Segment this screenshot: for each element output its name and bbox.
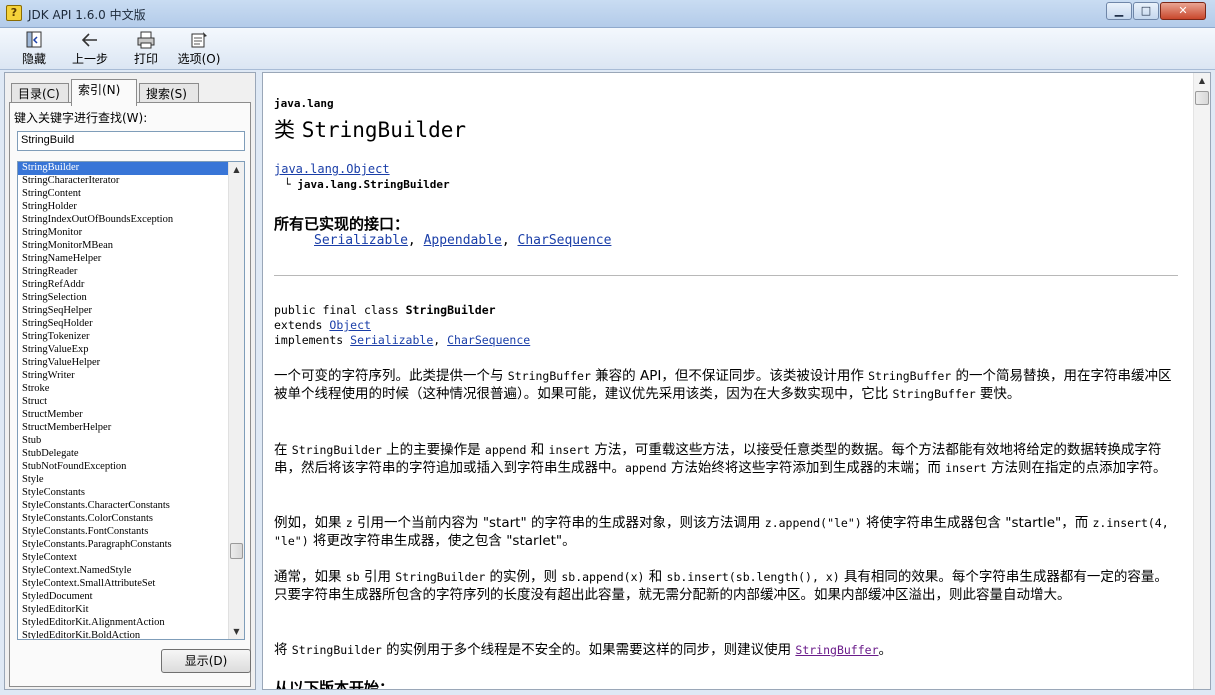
class-title-prefix: 类 xyxy=(274,118,302,142)
print-button[interactable]: 打印 xyxy=(130,31,162,68)
class-title: 类 StringBuilder xyxy=(274,114,466,144)
doc-scroll-up-arrow-icon[interactable]: ▲ xyxy=(1194,73,1210,88)
index-list-item[interactable]: StringReader xyxy=(18,266,228,279)
printer-icon xyxy=(137,31,155,49)
index-list-item[interactable]: StyleConstants.CharacterConstants xyxy=(18,500,228,513)
back-button[interactable]: 上一步 xyxy=(68,31,112,68)
index-list-items: StringBuilder StringCharacterIterator Stri… xyxy=(18,162,228,639)
index-list-item[interactable]: StringSelection xyxy=(18,292,228,305)
index-list-item[interactable]: StringCharacterIterator xyxy=(18,175,228,188)
index-list-item[interactable]: StyleConstants.FontConstants xyxy=(18,526,228,539)
interface-link-charsequence[interactable]: CharSequence xyxy=(518,233,612,248)
description-paragraph-3: 例如，如果 z 引用一个当前内容为 "start" 的字符串的生成器对象，则该方… xyxy=(274,515,1169,549)
index-list-scrollbar[interactable]: ▲ ▼ xyxy=(228,162,244,639)
index-list-item[interactable]: StringNameHelper xyxy=(18,253,228,266)
interfaces-heading: 所有已实现的接口： xyxy=(274,215,410,233)
navigation-pane: 目录(C) 索引(N) 搜索(S) 键入关键字进行查找(W): StringBu… xyxy=(4,72,256,690)
toolbar: 隐藏 上一步 打印 选项(O) xyxy=(0,28,1215,70)
hide-pane-icon xyxy=(26,31,42,48)
index-list-item[interactable]: StringSeqHolder xyxy=(18,318,228,331)
description-paragraph-4: 通常，如果 sb 引用 StringBuilder 的实例，则 sb.appen… xyxy=(274,569,1168,603)
index-list-item[interactable]: StyleConstants xyxy=(18,487,228,500)
maximize-button[interactable]: □ xyxy=(1133,2,1159,20)
scroll-up-arrow-icon[interactable]: ▲ xyxy=(229,162,244,177)
index-list-item[interactable]: StringMonitor xyxy=(18,227,228,240)
window-title: JDK API 1.6.0 中文版 xyxy=(28,8,146,22)
minimize-button[interactable]: ▁ xyxy=(1106,2,1132,20)
index-list-item[interactable]: StyledEditorKit.BoldAction xyxy=(18,630,228,639)
index-list-item[interactable]: StringMonitorMBean xyxy=(18,240,228,253)
interface-link-appendable[interactable]: Appendable xyxy=(424,233,502,248)
doc-scroll-thumb[interactable] xyxy=(1195,91,1209,105)
package-name: java.lang xyxy=(274,97,334,110)
document-pane: java.lang 类 StringBuilder java.lang.Obje… xyxy=(262,72,1211,690)
hierarchy-child: └ java.lang.StringBuilder xyxy=(284,178,450,191)
index-list-item[interactable]: StringBuilder xyxy=(18,162,228,175)
hide-button[interactable]: 隐藏 xyxy=(16,31,52,68)
object-link[interactable]: java.lang.Object xyxy=(274,162,390,176)
index-list-item[interactable]: StringSeqHelper xyxy=(18,305,228,318)
index-list-item[interactable]: StructMember xyxy=(18,409,228,422)
interface-link-serializable[interactable]: Serializable xyxy=(314,233,408,248)
index-list-item[interactable]: StringContent xyxy=(18,188,228,201)
index-list-item[interactable]: StringHolder xyxy=(18,201,228,214)
divider xyxy=(274,275,1178,276)
description-paragraph-1: 一个可变的字符序列。此类提供一个与 StringBuffer 兼容的 API，但… xyxy=(274,368,1172,402)
description-paragraph-5: 将 StringBuilder 的实例用于多个线程是不安全的。如果需要这样的同步… xyxy=(274,642,892,658)
index-list-item[interactable]: StyleContext xyxy=(18,552,228,565)
keyword-input[interactable]: StringBuild xyxy=(17,131,245,151)
index-list-item[interactable]: Stroke xyxy=(18,383,228,396)
index-list-item[interactable]: Struct xyxy=(18,396,228,409)
index-list-item[interactable]: StyledEditorKit xyxy=(18,604,228,617)
options-icon xyxy=(191,32,207,48)
keyword-label: 键入关键字进行查找(W): xyxy=(14,111,148,125)
hierarchy-parent: java.lang.Object xyxy=(274,162,390,176)
index-list-item[interactable]: Style xyxy=(18,474,228,487)
title-bar: ? JDK API 1.6.0 中文版 ▁ □ ✕ xyxy=(0,0,1215,28)
index-list-item[interactable]: StubDelegate xyxy=(18,448,228,461)
index-list-item[interactable]: StyleContext.SmallAttributeSet xyxy=(18,578,228,591)
help-app-icon: ? xyxy=(6,5,22,21)
index-list-item[interactable]: StyleConstants.ColorConstants xyxy=(18,513,228,526)
since-heading: 从以下版本开始： xyxy=(274,679,395,690)
index-list-item[interactable]: Stub xyxy=(18,435,228,448)
index-list-item[interactable]: StringWriter xyxy=(18,370,228,383)
extends-object-link[interactable]: Object xyxy=(329,318,371,332)
index-list: StringBuilder StringCharacterIterator Stri… xyxy=(17,161,245,640)
index-list-item[interactable]: StyledDocument xyxy=(18,591,228,604)
class-title-name: StringBuilder xyxy=(301,118,467,142)
index-list-item[interactable]: StringTokenizer xyxy=(18,331,228,344)
stringbuffer-link[interactable]: StringBuffer xyxy=(795,643,878,657)
implements-charsequence-link[interactable]: CharSequence xyxy=(447,333,530,347)
index-list-item[interactable]: StyleConstants.ParagraphConstants xyxy=(18,539,228,552)
index-list-item[interactable]: StringValueExp xyxy=(18,344,228,357)
options-button[interactable]: 选项(O) xyxy=(176,31,222,68)
document-scrollbar[interactable]: ▲ xyxy=(1193,73,1210,689)
back-arrow-icon xyxy=(81,33,97,47)
scroll-thumb[interactable] xyxy=(230,543,243,559)
index-list-item[interactable]: StyleContext.NamedStyle xyxy=(18,565,228,578)
close-button[interactable]: ✕ xyxy=(1160,2,1206,20)
index-list-item[interactable]: StringIndexOutOfBoundsException xyxy=(18,214,228,227)
scroll-down-arrow-icon[interactable]: ▼ xyxy=(229,624,244,639)
class-declaration: public final class StringBuilder extends… xyxy=(274,303,531,347)
implements-serializable-link[interactable]: Serializable xyxy=(350,333,433,347)
index-list-item[interactable]: StringValueHelper xyxy=(18,357,228,370)
index-list-item[interactable]: StyledEditorKit.AlignmentAction xyxy=(18,617,228,630)
index-list-item[interactable]: StringRefAddr xyxy=(18,279,228,292)
index-list-item[interactable]: StubNotFoundException xyxy=(18,461,228,474)
description-paragraph-2: 在 StringBuilder 上的主要操作是 append 和 insert … xyxy=(274,442,1167,476)
index-list-item[interactable]: StructMemberHelper xyxy=(18,422,228,435)
tab-index[interactable]: 索引(N) xyxy=(71,79,137,106)
interfaces-list: Serializable, Appendable, CharSequence xyxy=(314,233,612,248)
display-button[interactable]: 显示(D) xyxy=(161,649,251,673)
